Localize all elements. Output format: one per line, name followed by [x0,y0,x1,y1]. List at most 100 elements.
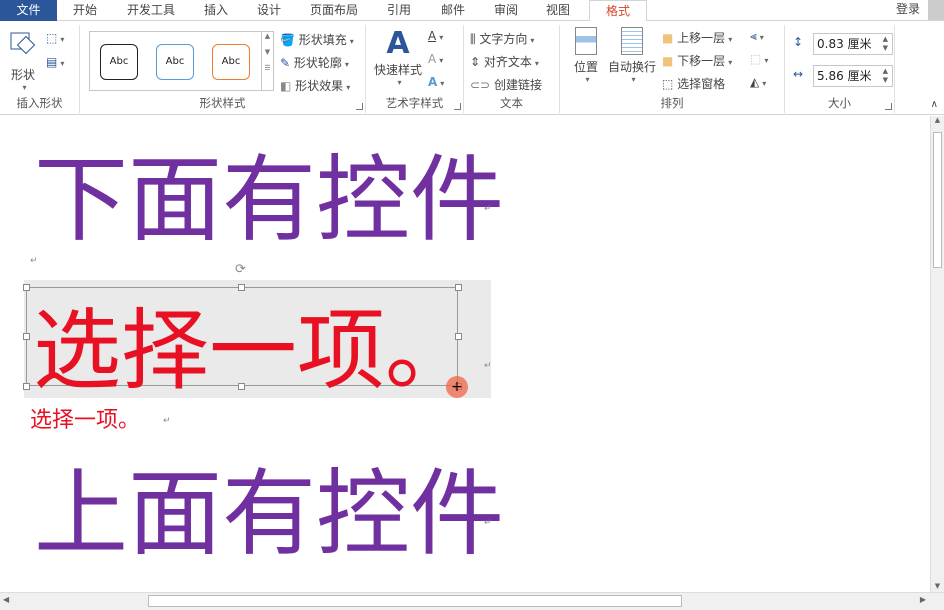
shape-effects-button[interactable]: ◧ 形状效果 ▾ [280,77,350,94]
send-backward-icon: ■ [662,54,674,68]
bring-forward-icon: ■ [662,31,674,45]
position-icon [575,27,597,55]
group-label: 文本 [500,96,523,110]
resize-handle[interactable] [23,284,30,291]
scroll-up-icon[interactable]: ▲ [931,116,944,124]
rotate-button[interactable]: ◭ ▾ [750,75,766,89]
tab-layout[interactable]: 页面布局 [310,0,358,21]
pencil-icon: ✎ [280,56,291,70]
tab-developer[interactable]: 开发工具 [127,0,175,21]
group-wordart: A 快速样式 ▾ A ▾ A ▾ A ▾ 艺术字样式 [366,25,464,113]
tab-design[interactable]: 设计 [257,0,281,21]
text-direction-button[interactable]: ⫼ 文字方向 ▾ [470,30,534,47]
quick-styles-button[interactable]: A 快速样式 ▾ [370,26,426,88]
shapes-button[interactable]: 形状 ▾ [6,29,40,92]
group-label: 插入形状 [16,96,63,110]
tab-insert[interactable]: 插入 [204,0,228,21]
collapse-ribbon-button[interactable]: ∧ [931,99,938,110]
shapes-label: 形状 [10,68,35,82]
horizontal-scrollbar[interactable]: ◀ ▶ [0,592,944,610]
scroll-left-icon[interactable]: ◀ [3,595,9,604]
resize-handle[interactable] [238,383,245,390]
shapes-icon [10,32,36,55]
mouse-cursor: + [446,376,468,398]
wordart-a-icon: A [386,26,410,61]
selection-pane-button[interactable]: ⬚ 选择窗格 [662,75,725,92]
group-label: 排列 [660,96,684,110]
paragraph-mark: ↵ [163,416,171,426]
paragraph-mark: ↵ [484,204,492,214]
scroll-down-icon[interactable]: ▼ [931,582,944,590]
group-size: ↕ 0.83 厘米 ▲ ▼ ↔ 5.86 厘米 ▲ ▼ 大小 [785,25,895,113]
text-box-content[interactable]: 选择一项。 [33,280,473,407]
tab-file[interactable]: 文件 [0,0,57,21]
dialog-launcher[interactable] [454,103,461,110]
scroll-thumb[interactable] [933,132,942,268]
send-backward-button[interactable]: ■ 下移一层 ▾ [662,52,732,69]
edit-shape-icon: ⬚ [46,31,58,45]
create-link-button[interactable]: ⊂⊃ 创建链接 [470,76,542,93]
tab-references[interactable]: 引用 [387,0,411,21]
align-text-button[interactable]: ⇕ 对齐文本 ▾ [470,53,539,70]
text-fill-button[interactable]: A ▾ [428,29,443,43]
wrap-text-icon [621,27,643,55]
text-outline-button[interactable]: A ▾ [428,52,443,66]
text-outline-icon: A [428,52,437,66]
style-option[interactable]: Abc [212,44,250,80]
group-shape-styles: Abc Abc Abc ▲ ▼ ☰ 🪣 形状填充 ▾ ✎ 形状轮廓 ▾ ◧ 形状效果 ▾ … [80,25,366,113]
position-button[interactable]: 位置 ▾ [568,27,604,84]
effects-icon: ◧ [280,79,292,93]
text-box-button[interactable]: ▤ ▾ [46,55,64,69]
style-option[interactable]: Abc [100,44,138,80]
shape-height-input[interactable]: 0.83 厘米 ▲ ▼ [813,33,893,55]
shape-width-input[interactable]: 5.86 厘米 ▲ ▼ [813,65,893,87]
tab-format[interactable]: 格式 [589,0,647,22]
group-label: 形状样式 [199,96,246,110]
paragraph-mark: ↵ [484,518,492,528]
paint-bucket-icon: 🪣 [280,33,295,47]
resize-handle[interactable] [23,333,30,340]
group-label: 大小 [828,96,851,110]
shape-fill-button[interactable]: 🪣 形状填充 ▾ [280,31,354,48]
document-area[interactable]: 下面有控件 ↵ ↵ 选择一项。 ⟳ + ↵ 选择一项。 ↵ 上面有控件 ↵ [0,116,930,592]
heading-line-2: 上面有控件 [34,460,505,569]
resize-handle[interactable] [23,383,30,390]
text-effects-icon: A [428,75,438,89]
text-box[interactable]: 选择一项。 [26,287,473,402]
vertical-scrollbar[interactable]: ▲ ▼ [930,116,944,592]
small-red-text: 选择一项。 [30,408,141,433]
align-button[interactable]: ⫷ ▾ [750,29,764,44]
resize-handle[interactable] [238,284,245,291]
paragraph-mark: ↵ [484,361,492,371]
rotate-handle[interactable]: ⟳ [235,262,246,277]
edit-shape-button[interactable]: ⬚ ▾ [46,31,64,45]
tab-view[interactable]: 视图 [546,0,570,21]
login-link[interactable]: 登录 [896,0,920,18]
style-option[interactable]: Abc [156,44,194,80]
scroll-thumb[interactable] [148,595,682,607]
resize-handle[interactable] [455,284,462,291]
group-insert-shape: 形状 ▾ ⬚ ▾ ▤ ▾ 插入形状 [0,25,80,113]
wrap-text-button[interactable]: 自动换行 ▾ [606,27,658,84]
gallery-scroll[interactable]: ▲ ▼ ☰ [261,32,273,90]
tab-mailings[interactable]: 邮件 [441,0,465,21]
text-direction-icon: ⫼ [470,32,476,46]
tab-review[interactable]: 审阅 [494,0,518,21]
scroll-right-icon[interactable]: ▶ [920,595,926,604]
width-icon: ↔ [793,67,804,81]
tab-home[interactable]: 开始 [73,0,97,21]
text-fill-icon: A [428,29,437,43]
shape-outline-button[interactable]: ✎ 形状轮廓 ▾ [280,54,349,71]
resize-handle[interactable] [455,333,462,340]
text-effects-button[interactable]: A ▾ [428,75,444,89]
group-arrange: 位置 ▾ 自动换行 ▾ ■ 上移一层 ▾ ■ 下移一层 ▾ ⬚ 选择窗格 ⫷ ▾ ⬚ ▾ ◭… [560,25,785,113]
align-text-icon: ⇕ [470,55,481,69]
ribbon-tabs: 文件 开始 开发工具 插入 设计 页面布局 引用 邮件 审阅 视图 格式 登录 [0,0,944,22]
dialog-launcher[interactable] [885,103,892,110]
group-button[interactable]: ⬚ ▾ [750,52,768,66]
dialog-launcher[interactable] [356,103,363,110]
bring-forward-button[interactable]: ■ 上移一层 ▾ [662,29,732,46]
avatar[interactable] [928,0,944,20]
link-icon: ⊂⊃ [470,78,491,92]
selection-pane-icon: ⬚ [662,77,674,91]
